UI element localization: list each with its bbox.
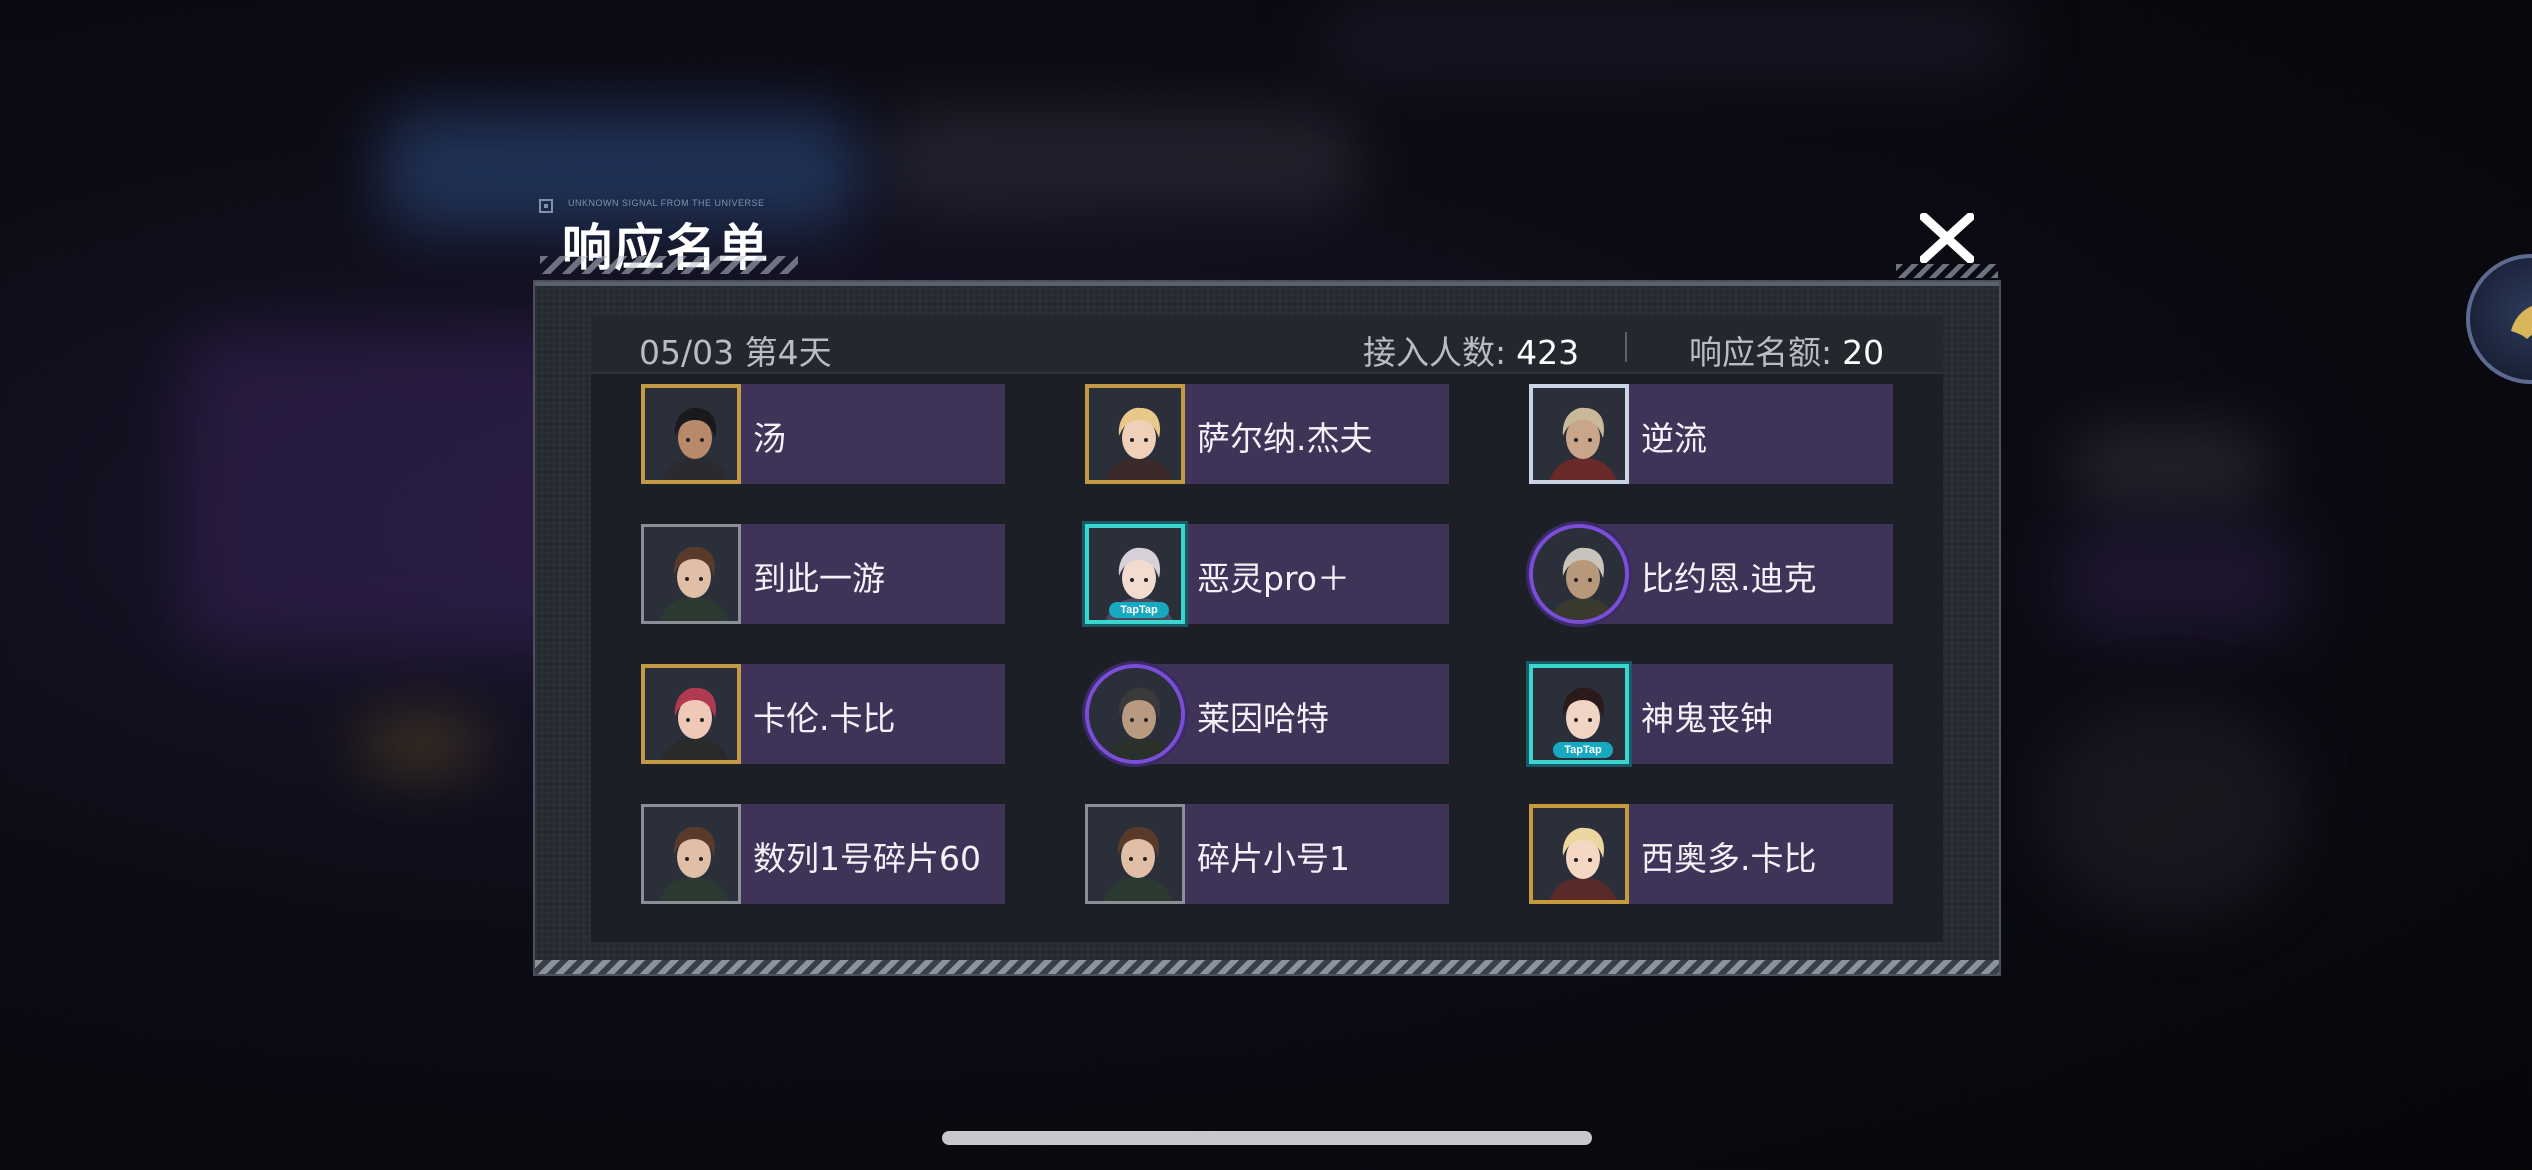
player-entry[interactable]: 碎片小号1 [1085,804,1449,904]
close-stripes [1896,264,1998,278]
response-quota: 响应名额: 20 [1689,326,1884,374]
avatar[interactable] [1529,384,1629,484]
background-dial [2040,700,2300,920]
background-panel [2060,520,2300,640]
response-quota-value: 20 [1842,333,1885,372]
close-icon [1920,213,1974,263]
bird-icon [2511,306,2532,339]
close-button[interactable] [1912,208,1982,268]
bird-menu-button[interactable] [2466,254,2532,384]
joined-count-value: 423 [1516,333,1580,372]
panel-bottom-stripes [535,960,1999,974]
background-label [2070,430,2270,500]
avatar[interactable] [1085,804,1185,904]
player-entry[interactable]: 汤 [641,384,1005,484]
player-entry[interactable]: 萨尔纳.杰夫 [1085,384,1449,484]
player-name: 碎片小号1 [1197,839,1350,878]
avatar[interactable] [641,524,741,624]
avatar[interactable] [1085,384,1185,484]
player-name: 卡伦.卡比 [753,699,896,738]
player-name: 数列1号碎片60 [753,839,981,878]
player-name: 比约恩.迪克 [1641,559,1817,598]
player-name: 萨尔纳.杰夫 [1197,419,1373,458]
player-entry[interactable]: 数列1号碎片60 [641,804,1005,904]
joined-count: 接入人数: 423 [1363,326,1579,374]
avatar[interactable] [1085,664,1185,764]
player-name: 逆流 [1641,419,1707,458]
date-day-label: 05/03 第4天 [639,333,832,372]
home-indicator[interactable] [942,1131,1592,1145]
player-entry[interactable]: 西奥多.卡比 [1529,804,1893,904]
background-topbar [1320,0,2020,80]
taptap-badge: TapTap [1109,602,1169,618]
crosshair-icon [539,199,553,213]
player-entry[interactable]: 莱因哈特 [1085,664,1449,764]
player-entry[interactable]: TapTap 恶灵pro＋ [1085,524,1449,624]
avatar[interactable]: TapTap [1529,664,1629,764]
avatar[interactable] [1529,524,1629,624]
player-name: 汤 [753,419,786,458]
avatar[interactable] [641,384,741,484]
taptap-badge: TapTap [1553,742,1613,758]
panel-inner: 05/03 第4天 接入人数: 423 响应名额: 20 汤 萨尔纳.杰夫 逆流到此一游… [591,316,1943,942]
response-quota-label: 响应名额: [1689,333,1833,372]
background-button [360,720,480,770]
avatar[interactable]: TapTap [1085,524,1185,624]
avatar[interactable] [641,804,741,904]
info-bar: 05/03 第4天 接入人数: 423 响应名额: 20 [591,316,1943,374]
player-entry[interactable]: 比约恩.迪克 [1529,524,1893,624]
avatar[interactable] [641,664,741,764]
player-name: 恶灵pro＋ [1197,559,1350,598]
player-entry[interactable]: 卡伦.卡比 [641,664,1005,764]
response-list-panel: 05/03 第4天 接入人数: 423 响应名额: 20 汤 萨尔纳.杰夫 逆流到此一游… [533,280,2001,976]
player-name: 神鬼丧钟 [1641,699,1773,738]
joined-count-label: 接入人数: [1363,333,1507,372]
header-subtitle: UNKNOWN SIGNAL FROM THE UNIVERSE [568,198,765,208]
player-name: 西奥多.卡比 [1641,839,1817,878]
title-stripes [540,256,798,274]
player-entry[interactable]: 逆流 [1529,384,1893,484]
player-name: 到此一游 [753,559,885,598]
panel-top-line [535,282,1999,286]
background-title-area [880,110,1360,210]
avatar[interactable] [1529,804,1629,904]
info-separator [1625,332,1627,362]
player-entry[interactable]: TapTap 神鬼丧钟 [1529,664,1893,764]
player-name: 莱因哈特 [1197,699,1329,738]
player-entry[interactable]: 到此一游 [641,524,1005,624]
